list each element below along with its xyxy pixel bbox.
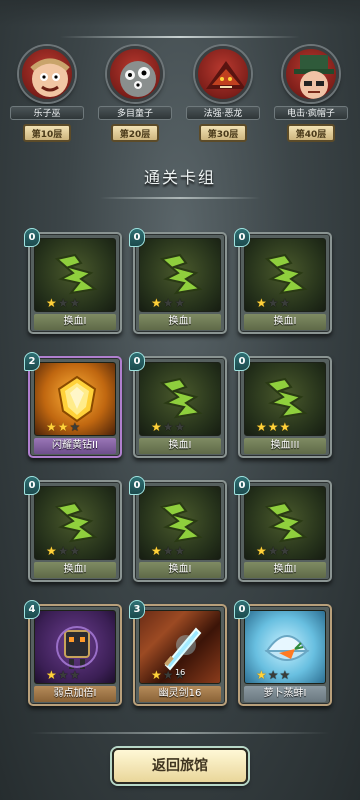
deck-card[interactable]: ★★★ 换血I 0 [234, 476, 332, 582]
star-rating: ★★★ [151, 544, 187, 558]
star-rating: ★★★ [46, 296, 82, 310]
card-cost: 0 [234, 476, 250, 495]
top-strip [0, 0, 360, 26]
boss-card-4[interactable]: 电击·疯帽子 第40层 [274, 44, 348, 152]
boss-portrait-dragon [195, 46, 251, 102]
boss-name: 乐子巫 [10, 106, 84, 120]
boss-floor-badge: 第10层 [23, 124, 71, 142]
level-badge: 16 [175, 668, 186, 677]
deck-card[interactable]: ★★★ 闪耀黄钻II 2 [24, 352, 122, 458]
boss-portrait-many-eyes [107, 46, 163, 102]
card-cost: 0 [129, 228, 145, 247]
deck-card[interactable]: ★★★ 换血I 0 [234, 228, 332, 334]
top-divider [60, 36, 300, 38]
boss-name: 法强·恶龙 [186, 106, 260, 120]
card-cost: 4 [24, 600, 40, 619]
card-cost: 0 [234, 600, 250, 619]
deck-card[interactable]: ★★★ 换血I 0 [129, 352, 227, 458]
boss-card-2[interactable]: 多目童子 第20层 [98, 44, 172, 152]
boss-list: 乐子巫 第10层 多目童子 第20层 法强·恶龙 第30层 电击·疯帽子 第40… [0, 44, 360, 154]
star-rating: ★★★ [46, 544, 82, 558]
card-cost: 0 [234, 352, 250, 371]
card-name: 换血I [139, 314, 221, 330]
star-rating: ★★★ [256, 668, 292, 682]
star-rating: ★★★ [256, 420, 292, 434]
card-name: 换血I [34, 562, 116, 578]
card-cost: 0 [234, 228, 250, 247]
card-name: 换血I [34, 314, 116, 330]
deck-card[interactable]: ★★★ 换血I 0 [129, 228, 227, 334]
card-cost: 3 [129, 600, 145, 619]
deck-card[interactable]: ★★★ 换血I 0 [24, 228, 122, 334]
star-rating: ★★★ [256, 544, 292, 558]
boss-floor-badge: 第30层 [199, 124, 247, 142]
section-title: 通关卡组 [143, 168, 216, 187]
card-name: 换血III [244, 438, 326, 454]
card-name: 闪耀黄钻II [34, 438, 116, 454]
star-rating: ★★★ [46, 420, 82, 434]
boss-portrait-jester [19, 46, 75, 102]
card-cost: 0 [24, 476, 40, 495]
card-cost: 0 [24, 228, 40, 247]
boss-name: 电击·疯帽子 [274, 106, 348, 120]
deck-card[interactable]: ★★★ 幽灵剑16 3 16 [129, 600, 227, 706]
card-cost: 0 [129, 352, 145, 371]
deck-card[interactable]: ★★★ 换血III 0 [234, 352, 332, 458]
boss-name: 多目童子 [98, 106, 172, 120]
card-name: 换血I [139, 562, 221, 578]
deck-card[interactable]: ★★★ 换血I 0 [24, 476, 122, 582]
boss-card-3[interactable]: 法强·恶龙 第30层 [186, 44, 260, 152]
card-name: 换血I [139, 438, 221, 454]
return-to-inn-button[interactable]: 返回旅馆 [112, 748, 248, 784]
boss-portrait-mad-hatter [283, 46, 339, 102]
deck-card[interactable]: ★★★ 萝卜蒸蚌I 0 [234, 600, 332, 706]
card-name: 幽灵剑16 [139, 686, 221, 702]
card-cost: 2 [24, 352, 40, 371]
title-divider [100, 197, 260, 199]
deck-card[interactable]: ★★★ 弱点加倍I 4 [24, 600, 122, 706]
card-name: 萝卜蒸蚌I [244, 686, 326, 702]
card-name: 弱点加倍I [34, 686, 116, 702]
star-rating: ★★★ [151, 420, 187, 434]
card-grid: ★★★ 换血I 0 ★★★ 换血I 0 ★★★ 换血I 0 ★★★ 闪耀黄钻II… [0, 228, 360, 738]
boss-card-1[interactable]: 乐子巫 第10层 [10, 44, 84, 152]
star-rating: ★★★ [46, 668, 82, 682]
deck-card[interactable]: ★★★ 换血I 0 [129, 476, 227, 582]
star-rating: ★★★ [151, 296, 187, 310]
star-rating: ★★★ [256, 296, 292, 310]
card-name: 换血I [244, 562, 326, 578]
card-cost: 0 [129, 476, 145, 495]
card-name: 换血I [244, 314, 326, 330]
bottom-divider [30, 732, 330, 734]
boss-floor-badge: 第40层 [287, 124, 335, 142]
boss-floor-badge: 第20层 [111, 124, 159, 142]
